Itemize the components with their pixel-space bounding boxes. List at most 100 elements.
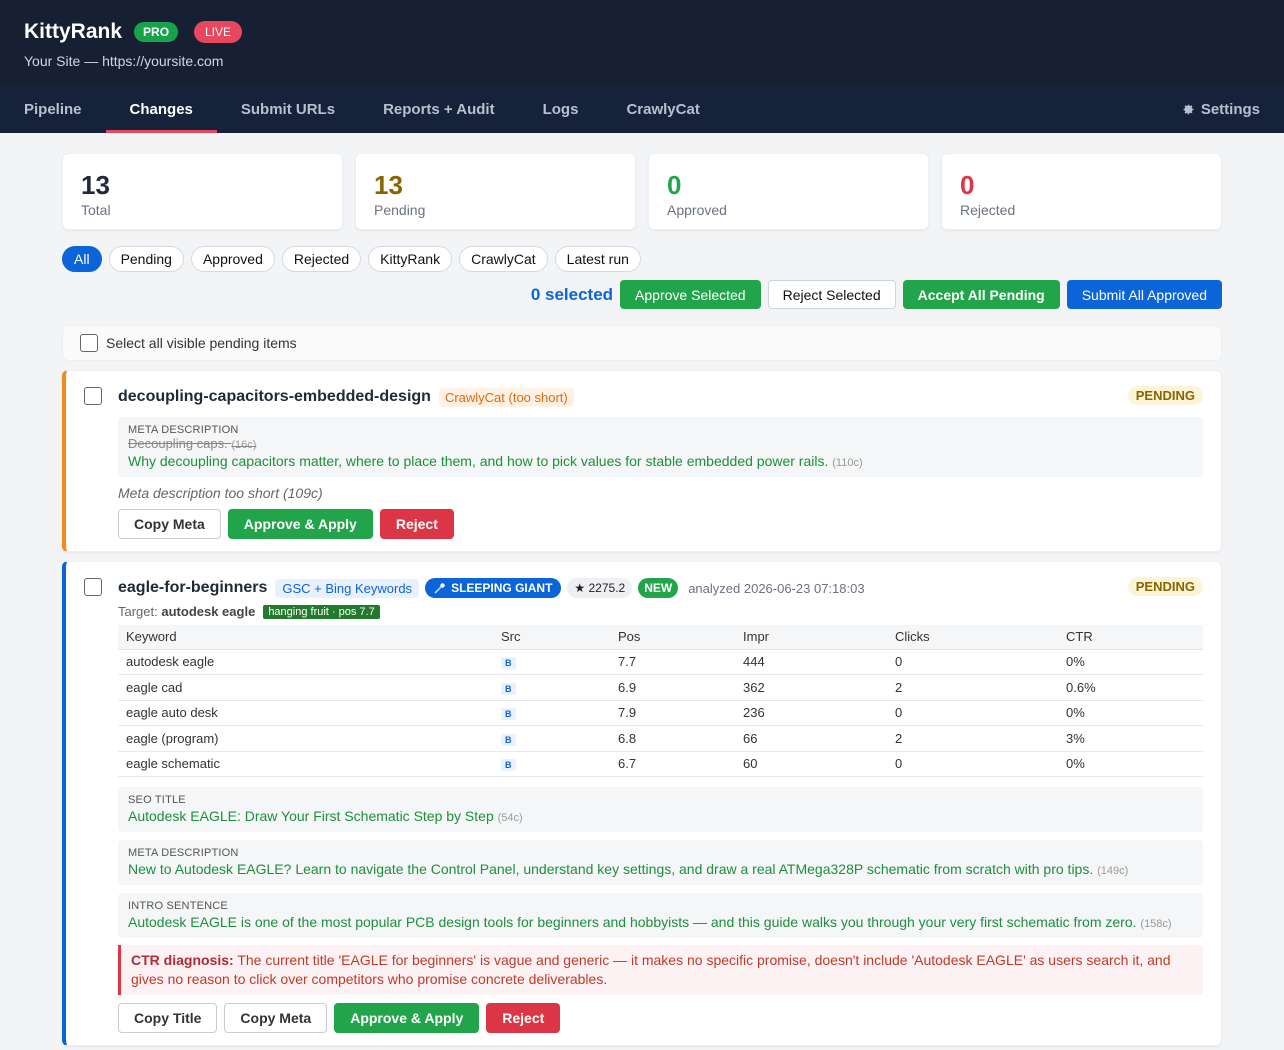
reject-selected-button[interactable]: Reject Selected <box>767 280 896 309</box>
stat-total: 13 Total <box>62 153 343 230</box>
cell-impr: 60 <box>735 751 887 777</box>
stats-row: 13 Total 13 Pending 0 Approved 0 Rejecte… <box>62 153 1222 230</box>
cell-clicks: 0 <box>887 649 1058 675</box>
submit-all-approved-button[interactable]: Submit All Approved <box>1066 280 1222 309</box>
target-label: Target: <box>118 604 158 619</box>
cell-impr: 66 <box>735 725 887 752</box>
cell-keyword: eagle cad <box>118 674 493 701</box>
cell-impr: 236 <box>735 700 887 726</box>
tab-crawlycat[interactable]: CrawlyCat <box>602 86 723 133</box>
old-char-count: (16c) <box>231 439 257 451</box>
stat-pending-value: 13 <box>374 170 403 200</box>
tab-submit-urls[interactable]: Submit URLs <box>217 86 359 133</box>
filter-approved[interactable]: Approved <box>190 246 275 272</box>
copy-meta-button[interactable]: Copy Meta <box>224 1003 328 1033</box>
status-badge: PENDING <box>1127 386 1203 405</box>
stat-rejected-label: Rejected <box>960 202 1016 218</box>
char-count: (158c) <box>1140 918 1172 930</box>
copy-title-button[interactable]: Copy Title <box>118 1003 218 1033</box>
filter-chips: All Pending Approved Rejected KittyRank … <box>62 246 1222 272</box>
intro-sentence-field: INTRO SENTENCE Autodesk EAGLE is one of … <box>118 893 1203 938</box>
tab-reports-audit[interactable]: Reports + Audit <box>359 86 519 133</box>
stat-approved: 0 Approved <box>648 153 929 230</box>
cell-src: B <box>493 674 610 701</box>
cell-ctr: 0% <box>1058 751 1203 777</box>
change-card: decoupling-capacitors-embedded-design Cr… <box>62 370 1222 552</box>
approve-apply-button[interactable]: Approve & Apply <box>334 1003 480 1033</box>
cell-src: B <box>493 700 610 726</box>
col-pos: Pos <box>610 625 735 650</box>
tab-pipeline[interactable]: Pipeline <box>24 86 106 133</box>
diagnosis-label: CTR diagnosis: <box>131 952 234 968</box>
cell-clicks: 2 <box>887 674 1058 701</box>
change-card: eagle-for-beginners GSC + Bing Keywords … <box>62 561 1222 1046</box>
accept-all-pending-button[interactable]: Accept All Pending <box>902 280 1060 309</box>
select-all-row: Select all visible pending items <box>62 325 1222 361</box>
keyword-table: Keyword Src Pos Impr Clicks CTR autodesk… <box>118 625 1203 777</box>
card-checkbox[interactable] <box>84 387 102 405</box>
tab-logs[interactable]: Logs <box>519 86 603 133</box>
bing-tag: B <box>501 657 516 670</box>
stat-pending: 13 Pending <box>355 153 636 230</box>
card-buttons: Copy Meta Approve & Apply Reject <box>118 509 1203 539</box>
approve-apply-button[interactable]: Approve & Apply <box>227 509 373 539</box>
field-label: SEO TITLE <box>128 794 186 806</box>
char-count: (149c) <box>1097 865 1129 877</box>
col-ctr: CTR <box>1058 625 1203 650</box>
new-value: Autodesk EAGLE is one of the most popula… <box>128 914 1193 930</box>
reject-button[interactable]: Reject <box>486 1003 561 1033</box>
select-all-checkbox[interactable] <box>80 334 98 352</box>
cell-src: B <box>493 649 610 675</box>
select-all-label: Select all visible pending items <box>106 335 297 351</box>
col-impr: Impr <box>735 625 887 650</box>
pro-badge: PRO <box>134 22 179 42</box>
filter-kittyrank[interactable]: KittyRank <box>368 246 453 272</box>
new-char-count: (110c) <box>832 457 863 469</box>
filter-pending[interactable]: Pending <box>108 246 184 272</box>
cell-keyword: autodesk eagle <box>118 649 493 675</box>
new-value-text: Why decoupling capacitors matter, where … <box>128 453 829 469</box>
main-nav: Pipeline Changes Submit URLs Reports + A… <box>0 86 1284 133</box>
filter-latest-run[interactable]: Latest run <box>554 246 641 272</box>
copy-meta-button[interactable]: Copy Meta <box>118 509 221 539</box>
field-label: INTRO SENTENCE <box>128 900 228 912</box>
diagnosis-text: The current title 'EAGLE for beginners' … <box>131 952 1171 987</box>
card-slug: decoupling-capacitors-embedded-design <box>118 388 431 405</box>
card-note: Meta description too short (109c) <box>118 485 323 501</box>
cell-clicks: 0 <box>887 700 1058 726</box>
cell-ctr: 3% <box>1058 725 1203 752</box>
col-src: Src <box>493 625 610 650</box>
filter-rejected[interactable]: Rejected <box>281 246 362 272</box>
stat-rejected: 0 Rejected <box>941 153 1222 230</box>
old-value-text: Decoupling caps. <box>128 436 228 451</box>
live-badge: LIVE <box>194 21 243 43</box>
filter-crawlycat[interactable]: CrawlyCat <box>459 246 548 272</box>
cell-ctr: 0% <box>1058 649 1203 675</box>
char-count: (54c) <box>497 812 523 824</box>
card-checkbox[interactable] <box>84 578 102 596</box>
ctr-diagnosis: CTR diagnosis: The current title 'EAGLE … <box>118 945 1203 995</box>
tab-changes[interactable]: Changes <box>105 86 217 133</box>
table-row: eagle schematic B 6.7 60 0 0% <box>118 751 1203 777</box>
new-badge: NEW <box>638 578 679 598</box>
cell-impr: 362 <box>735 674 887 701</box>
settings-button[interactable]: Settings <box>1182 86 1260 133</box>
cell-pos: 7.7 <box>610 649 735 675</box>
bing-tag: B <box>501 733 516 746</box>
reject-button[interactable]: Reject <box>379 509 454 539</box>
hanging-fruit-badge: hanging fruit · pos 7.7 <box>263 604 380 619</box>
cell-ctr: 0.6% <box>1058 674 1203 701</box>
stat-total-value: 13 <box>81 170 110 200</box>
filter-all[interactable]: All <box>62 246 102 272</box>
brand-row: KittyRank PRO LIVE <box>24 20 1260 44</box>
new-value: New to Autodesk EAGLE? Learn to navigate… <box>128 861 1193 877</box>
stat-approved-value: 0 <box>667 170 682 200</box>
table-row: eagle cad B 6.9 362 2 0.6% <box>118 674 1203 701</box>
status-badge: PENDING <box>1127 577 1203 596</box>
field-label: META DESCRIPTION <box>128 424 239 436</box>
app-header: KittyRank PRO LIVE Your Site — https://y… <box>0 0 1284 86</box>
new-value-text: Autodesk EAGLE: Draw Your First Schemati… <box>128 808 494 824</box>
approve-selected-button[interactable]: Approve Selected <box>620 280 761 309</box>
cell-impr: 444 <box>735 649 887 675</box>
settings-label: Settings <box>1200 101 1260 118</box>
